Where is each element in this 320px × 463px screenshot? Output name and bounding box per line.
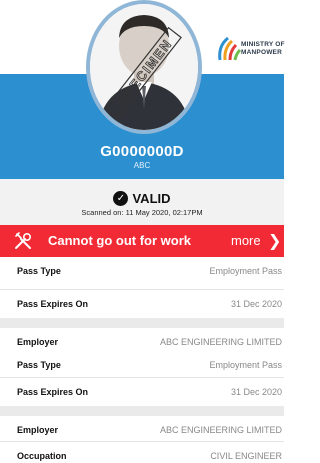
alert-message: Cannot go out for work xyxy=(48,233,191,248)
specimen-watermark: SPECIMEN xyxy=(114,36,175,108)
holder-photo: SPECIMEN xyxy=(86,0,202,134)
more-link[interactable]: more xyxy=(231,233,261,248)
ministry-line2: MANPOWER xyxy=(241,48,282,56)
detail-value: 31 Dec 2020 xyxy=(230,387,282,397)
detail-value: Employment Pass xyxy=(209,360,282,370)
detail-value: Employment Pass xyxy=(209,266,282,276)
detail-value: ABC ENGINEERING LIMITED xyxy=(159,425,282,435)
section-gap xyxy=(0,406,284,416)
ministry-name: MINISTRY OF MANPOWER xyxy=(241,41,285,56)
chevron-right-icon[interactable]: ❯ xyxy=(268,231,281,251)
pass-holder-name: ABC xyxy=(133,161,151,170)
detail-value: 31 Dec 2020 xyxy=(230,299,282,309)
detail-row: Occupation CIVIL ENGINEER xyxy=(0,442,284,463)
valid-status: ✓ VALID xyxy=(0,190,284,208)
detail-label: Occupation xyxy=(17,451,67,461)
detail-row: Employer ABC ENGINEERING LIMITED xyxy=(0,416,284,444)
detail-label: Employer xyxy=(17,337,59,347)
ministry-line1: MINISTRY OF xyxy=(241,41,285,48)
detail-value: CIVIL ENGINEER xyxy=(210,451,282,461)
detail-label: Employer xyxy=(17,425,59,435)
detail-label: Pass Type xyxy=(17,360,61,370)
detail-row: Pass Type Employment Pass xyxy=(0,351,284,379)
tools-crossed-icon xyxy=(15,232,32,249)
detail-row: Pass Expires On 31 Dec 2020 xyxy=(0,378,284,408)
detail-row: Pass Type Employment Pass xyxy=(0,257,284,289)
work-restriction-banner[interactable]: Cannot go out for work more ❯ xyxy=(0,225,284,257)
section-gap xyxy=(0,318,284,328)
pass-id: G0000000D xyxy=(100,143,184,160)
check-circle-icon: ✓ xyxy=(113,191,129,207)
scanned-timestamp: Scanned on: 11 May 2020, 02:17PM xyxy=(81,208,203,217)
detail-label: Pass Type xyxy=(17,266,61,276)
detail-value: ABC ENGINEERING LIMITED xyxy=(159,337,282,347)
detail-label: Pass Expires On xyxy=(17,387,89,397)
detail-label: Pass Expires On xyxy=(17,299,89,309)
status-label: VALID xyxy=(132,191,171,207)
